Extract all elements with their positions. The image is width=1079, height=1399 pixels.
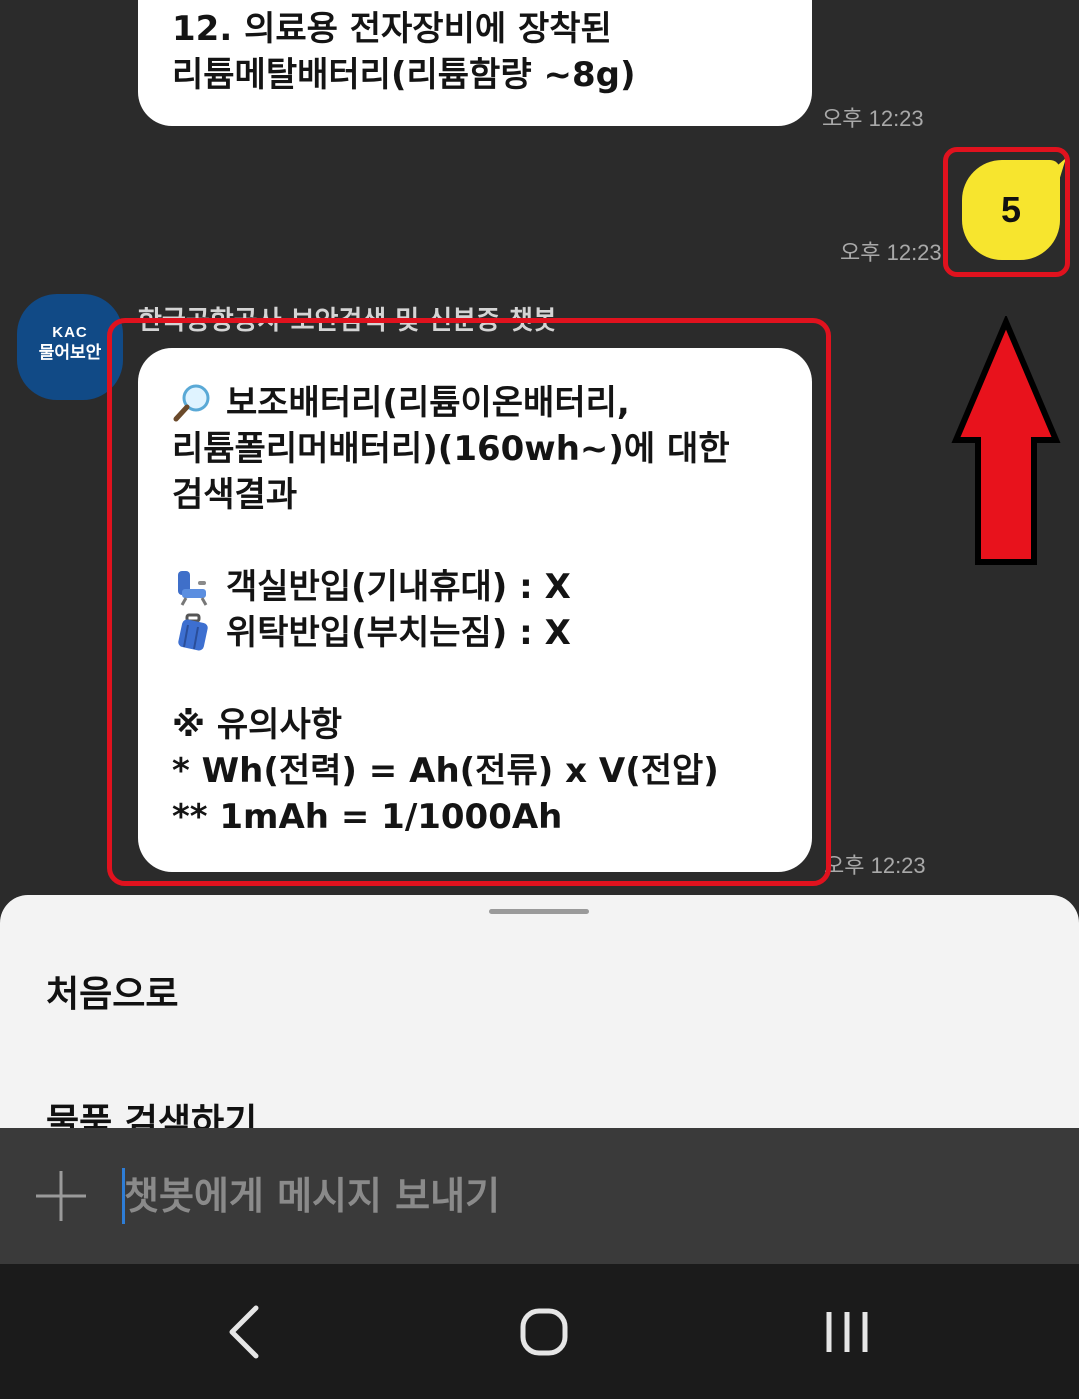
sheet-drag-handle[interactable] [489,909,589,914]
message-input[interactable] [124,1166,824,1226]
quick-reply-search-item[interactable]: 물품 검색하기 [46,1093,257,1128]
red-up-arrow-icon [951,316,1061,565]
system-nav-bar [0,1264,1079,1399]
highlight-box-bot-message [107,318,831,886]
quick-reply-sheet: 처음으로 물품 검색하기 [0,895,1079,1128]
home-icon[interactable] [520,1308,568,1356]
message-line: 12. 의료용 전자장비에 장착된 [172,9,612,49]
quick-reply-home[interactable]: 처음으로 [46,965,178,1017]
message-time: 오후 12:23 [840,240,942,265]
plus-icon[interactable] [34,1169,88,1223]
chat-area: 12. 의료용 전자장비에 장착된 리튬메탈배터리(리튬함량 ~8g) 오후 1… [0,0,1079,900]
recents-icon[interactable] [824,1310,870,1354]
highlight-box-my-message [943,147,1070,277]
message-time: 오후 12:23 [822,106,924,131]
message-bubble-previous: 12. 의료용 전자장비에 장착된 리튬메탈배터리(리튬함량 ~8g) [138,0,812,126]
message-line: 리튬메탈배터리(리튬함량 ~8g) [172,55,636,95]
message-time: 오후 12:23 [824,853,926,878]
back-icon[interactable] [226,1304,262,1360]
